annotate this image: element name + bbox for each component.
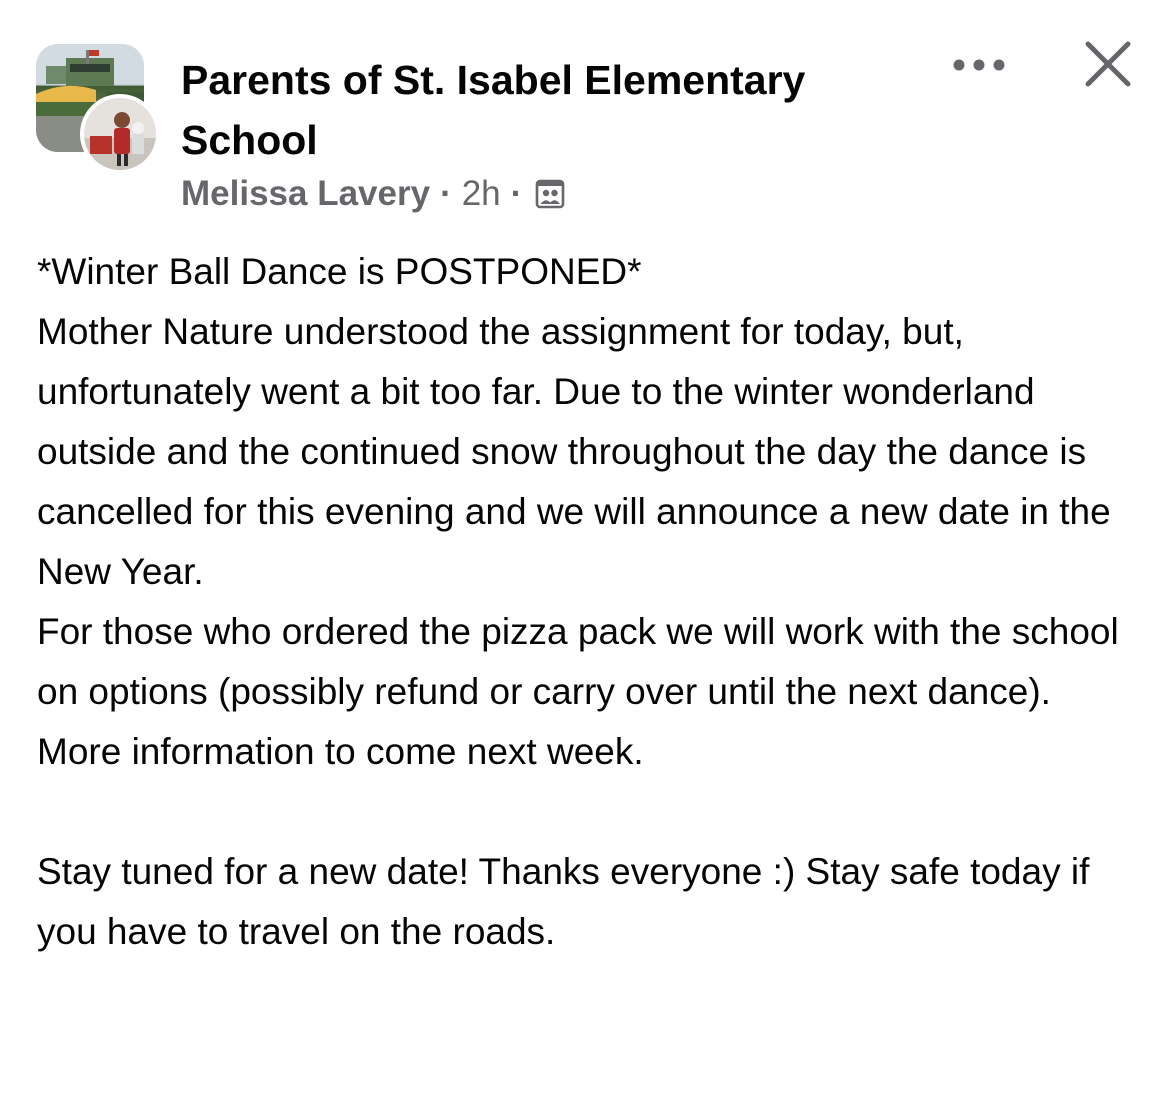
post-meta: Melissa Lavery · 2h ·	[181, 170, 566, 218]
post-heading: *Winter Ball Dance is POSTPONED*	[37, 251, 642, 292]
author-name-link[interactable]: Melissa Lavery	[181, 174, 430, 214]
meta-separator: ·	[440, 174, 452, 213]
more-options-button[interactable]	[948, 50, 1010, 80]
more-horizontal-icon	[953, 59, 1005, 71]
post-timestamp[interactable]: 2h	[462, 174, 501, 214]
post-avatar-group[interactable]	[36, 44, 162, 174]
close-button[interactable]	[1082, 38, 1134, 90]
author-avatar[interactable]	[80, 94, 160, 174]
post-paragraph: Stay tuned for a new date! Thanks everyo…	[37, 851, 1100, 952]
post-paragraph: For those who ordered the pizza pack we …	[37, 611, 1130, 772]
group-name-link[interactable]: Parents of St. Isabel Elementary School	[181, 50, 901, 170]
group-post: Parents of St. Isabel Elementary School …	[0, 0, 1170, 1106]
members-icon	[534, 178, 566, 210]
meta-separator: ·	[510, 174, 523, 213]
close-icon	[1085, 41, 1131, 87]
author-photo	[84, 98, 156, 170]
post-paragraph: Mother Nature understood the assignment …	[37, 311, 1121, 592]
post-text: *Winter Ball Dance is POSTPONED* Mother …	[37, 242, 1137, 962]
